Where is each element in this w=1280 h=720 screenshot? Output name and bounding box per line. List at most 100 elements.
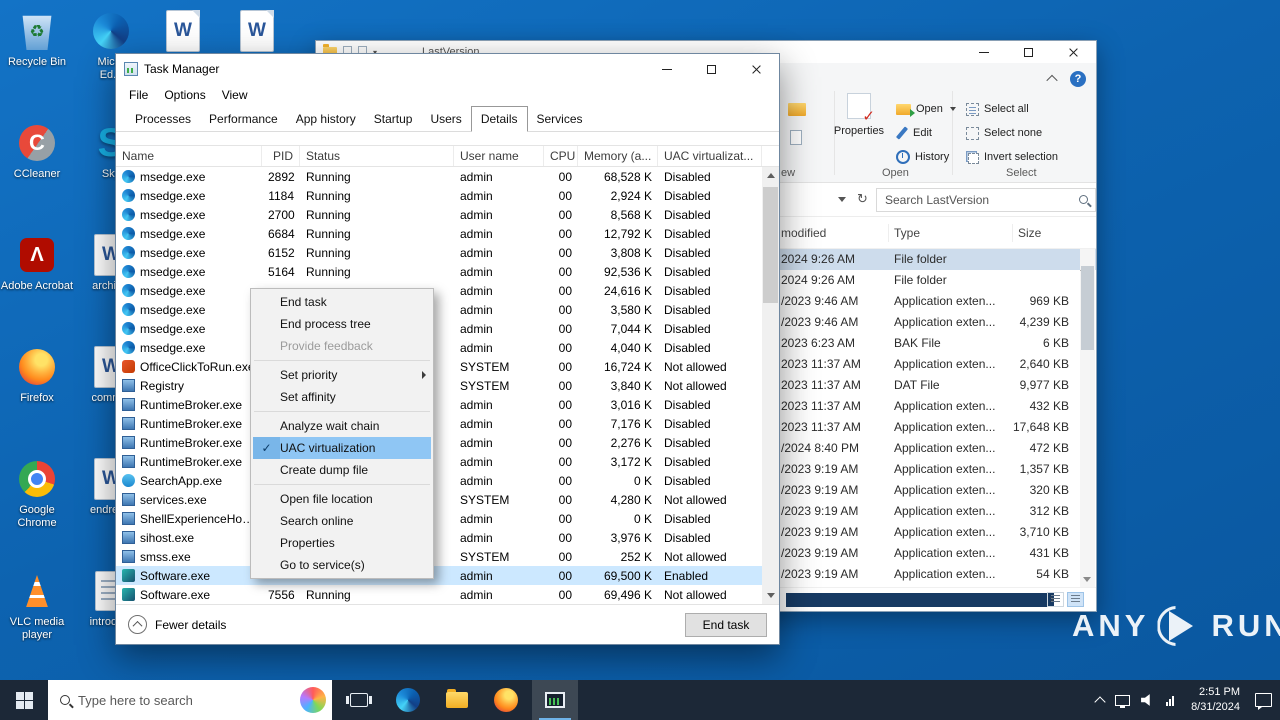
menu-item-open-file-location[interactable]: Open file location xyxy=(253,488,431,510)
tm-scrollbar[interactable] xyxy=(762,167,779,604)
column-header-pid[interactable]: PID xyxy=(262,146,300,166)
desktop-icon-recycle-bin[interactable]: ♻ Recycle Bin xyxy=(0,6,74,104)
scroll-down-icon[interactable] xyxy=(762,587,779,604)
taskbar-search[interactable] xyxy=(48,680,332,720)
tab-app-history[interactable]: App history xyxy=(287,107,365,131)
invert-selection-button[interactable]: Invert selection xyxy=(966,147,1058,167)
menu-item-uac-virtualization[interactable]: ✓ UAC virtualization xyxy=(253,437,431,459)
scroll-up-icon[interactable] xyxy=(762,167,779,184)
process-row-software-exe[interactable]: Software.exe 7556 Running admin 00 69,496 K No… xyxy=(116,585,762,604)
horizontal-scrollbar[interactable] xyxy=(786,593,1054,607)
process-row-searchapp-exe[interactable]: SearchApp.exe admin 00 0 K Disabled xyxy=(116,471,762,490)
menu-view[interactable]: View xyxy=(214,85,256,105)
taskbar-search-input[interactable] xyxy=(78,692,292,708)
process-row-msedge-exe[interactable]: msedge.exe 1184 Running admin 00 2,924 K Disab… xyxy=(116,186,762,205)
desktop-icon-ccleaner[interactable]: C CCleaner xyxy=(0,118,74,216)
tab-services[interactable]: Services xyxy=(528,107,592,131)
tm-close-button[interactable] xyxy=(734,54,779,84)
address-dropdown-icon[interactable] xyxy=(838,197,846,202)
process-row-sihost-exe[interactable]: sihost.exe admin 00 3,976 K Disabled xyxy=(116,528,762,547)
start-button[interactable] xyxy=(0,680,48,720)
ribbon-collapse-icon[interactable] xyxy=(1046,74,1058,87)
explorer-maximize-button[interactable] xyxy=(1006,41,1051,63)
process-row-msedge-exe[interactable]: msedge.exe 2892 Running admin 00 68,528 K Disa… xyxy=(116,167,762,186)
new-folder-button[interactable] xyxy=(788,99,806,119)
explorer-minimize-button[interactable] xyxy=(961,41,1006,63)
column-header-uac-virtualizat[interactable]: UAC virtualizat... xyxy=(658,146,762,166)
properties-button[interactable]: Properties xyxy=(830,93,888,137)
process-row-msedge-exe[interactable]: msedge.exe admin 00 3,580 K Disabled xyxy=(116,300,762,319)
explorer-close-button[interactable] xyxy=(1051,41,1096,63)
taskbar-button-firefox[interactable] xyxy=(483,680,529,720)
desktop-icon-firefox[interactable]: Firefox xyxy=(0,342,74,440)
tab-startup[interactable]: Startup xyxy=(365,107,422,131)
action-center-icon[interactable] xyxy=(1255,693,1272,710)
volume-tray-icon[interactable] xyxy=(1141,694,1150,706)
scrollbar-thumb[interactable] xyxy=(1081,266,1094,350)
desktop-icon-adobe-acrobat[interactable]: Λ Adobe Acrobat xyxy=(0,230,74,328)
edit-button[interactable]: Edit xyxy=(895,123,932,143)
select-none-button[interactable]: Select none xyxy=(966,123,1042,143)
process-row-smss-exe[interactable]: smss.exe SYSTEM 00 252 K Not allowed xyxy=(116,547,762,566)
menu-item-provide-feedback[interactable]: Provide feedback xyxy=(253,335,431,357)
desktop-icon-word-doc-1[interactable]: W xyxy=(160,6,206,58)
desktop-icon-word-doc-2[interactable]: W xyxy=(234,6,280,58)
tm-minimize-button[interactable] xyxy=(644,54,689,84)
tab-performance[interactable]: Performance xyxy=(200,107,287,131)
details-view-toggle[interactable] xyxy=(1047,592,1064,607)
tm-titlebar[interactable]: Task Manager xyxy=(116,54,779,84)
process-row-runtimebroker-exe[interactable]: RuntimeBroker.exe admin 00 3,016 K Disabled xyxy=(116,395,762,414)
process-row-msedge-exe[interactable]: msedge.exe admin 00 24,616 K Disabled xyxy=(116,281,762,300)
process-row-shellexperiencehost-exe[interactable]: ShellExperienceHost.exe admin 00 0 K Disable… xyxy=(116,509,762,528)
process-row-msedge-exe[interactable]: msedge.exe 6684 Running admin 00 12,792 K Disa… xyxy=(116,224,762,243)
tm-maximize-button[interactable] xyxy=(689,54,734,84)
network-tray-icon[interactable] xyxy=(1166,695,1175,706)
process-row-officeclicktorun-exe[interactable]: OfficeClickToRun.exe SYSTEM 00 16,724 K Not … xyxy=(116,357,762,376)
column-header-user-name[interactable]: User name xyxy=(454,146,544,166)
column-header-status[interactable]: Status xyxy=(300,146,454,166)
process-row-msedge-exe[interactable]: msedge.exe admin 00 7,044 K Disabled xyxy=(116,319,762,338)
open-button[interactable]: Open xyxy=(896,99,956,119)
tab-processes[interactable]: Processes xyxy=(126,107,200,131)
column-header-size[interactable]: Size xyxy=(1018,226,1041,240)
menu-item-end-task[interactable]: End task xyxy=(253,291,431,313)
column-header-cpu[interactable]: CPU xyxy=(544,146,578,166)
process-row-registry[interactable]: Registry SYSTEM 00 3,840 K Not allowed xyxy=(116,376,762,395)
select-all-button[interactable]: Select all xyxy=(966,99,1029,119)
tab-users[interactable]: Users xyxy=(421,107,470,131)
display-tray-icon[interactable] xyxy=(1115,694,1131,708)
process-row-software-exe[interactable]: Software.exe admin 00 69,500 K Enabled xyxy=(116,566,762,585)
desktop-icon-google-chrome[interactable]: Google Chrome xyxy=(0,454,74,552)
menu-item-analyze-wait-chain[interactable]: Analyze wait chain xyxy=(253,415,431,437)
column-header-modified[interactable]: modified xyxy=(781,226,826,240)
menu-file[interactable]: File xyxy=(121,85,156,105)
end-task-button[interactable]: End task xyxy=(685,612,767,637)
taskbar-button-task-manager[interactable] xyxy=(532,680,578,720)
scrollbar-thumb[interactable] xyxy=(763,187,778,303)
menu-item-end-process-tree[interactable]: End process tree xyxy=(253,313,431,335)
taskbar-button-file-explorer[interactable] xyxy=(434,680,480,720)
menu-item-create-dump-file[interactable]: Create dump file xyxy=(253,459,431,481)
process-row-services-exe[interactable]: services.exe SYSTEM 00 4,280 K Not allowed xyxy=(116,490,762,509)
menu-item-set-priority[interactable]: Set priority xyxy=(253,364,431,386)
explorer-scrollbar[interactable] xyxy=(1080,249,1095,587)
menu-item-properties[interactable]: Properties xyxy=(253,532,431,554)
hidden-icons-chevron-icon[interactable] xyxy=(1094,695,1106,708)
scroll-down-icon[interactable] xyxy=(1083,577,1091,582)
process-row-runtimebroker-exe[interactable]: RuntimeBroker.exe admin 00 7,176 K Disabled xyxy=(116,414,762,433)
tab-details[interactable]: Details xyxy=(470,106,528,132)
history-button[interactable]: History xyxy=(896,147,949,167)
explorer-search-box[interactable] xyxy=(876,188,1096,212)
menu-options[interactable]: Options xyxy=(156,85,213,105)
new-item-button[interactable] xyxy=(790,127,802,147)
menu-item-go-to-service-s[interactable]: Go to service(s) xyxy=(253,554,431,576)
help-icon[interactable]: ? xyxy=(1070,71,1086,87)
refresh-icon[interactable]: ↻ xyxy=(857,191,868,207)
process-row-runtimebroker-exe[interactable]: RuntimeBroker.exe admin 00 3,172 K Disabled xyxy=(116,452,762,471)
process-row-runtimebroker-exe[interactable]: RuntimeBroker.exe admin 00 2,276 K Disabled xyxy=(116,433,762,452)
fewer-details-toggle[interactable]: Fewer details xyxy=(128,615,226,634)
taskbar-button-task-view[interactable] xyxy=(336,680,382,720)
explorer-search-input[interactable] xyxy=(885,193,1071,207)
taskbar-button-edge[interactable] xyxy=(385,680,431,720)
process-row-msedge-exe[interactable]: msedge.exe 6152 Running admin 00 3,808 K Disab… xyxy=(116,243,762,262)
